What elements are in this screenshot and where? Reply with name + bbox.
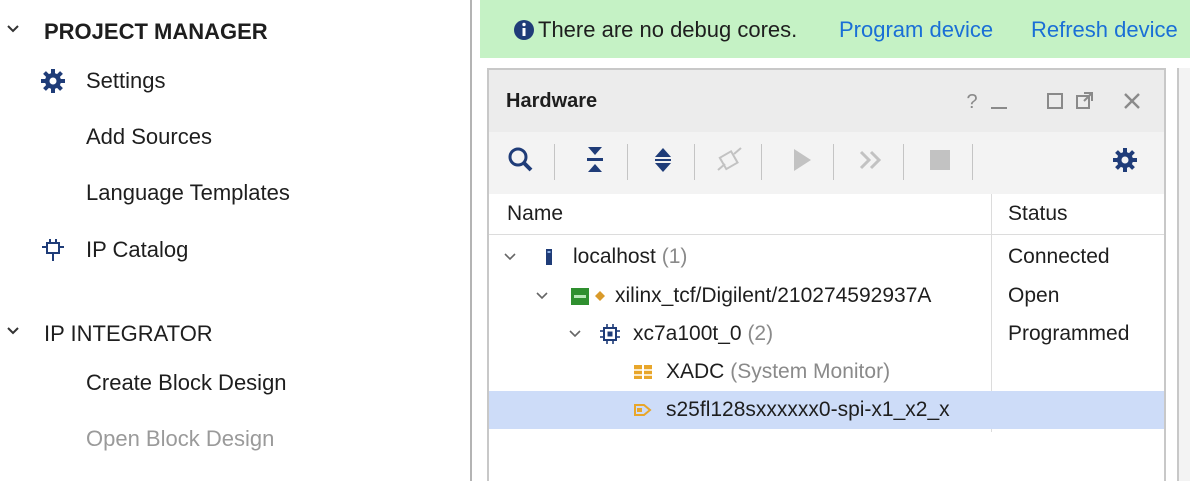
- row-name: XADC (System Monitor): [666, 360, 891, 383]
- stop-icon: [930, 150, 950, 170]
- chevron-down-icon[interactable]: [6, 22, 20, 36]
- tree-row-jtag-target[interactable]: xilinx_tcf/Digilent/210274592937A Open: [489, 277, 1164, 315]
- toolbar-separator: [694, 144, 695, 180]
- row-name: localhost (1): [573, 245, 688, 268]
- flow-navigator: PROJECT MANAGER Settings Add Sources Lan…: [0, 0, 470, 481]
- panel-divider[interactable]: [470, 0, 472, 481]
- svg-text:?: ?: [966, 91, 977, 112]
- run-all-icon: [859, 150, 882, 170]
- refresh-device-link[interactable]: Refresh device: [1031, 17, 1178, 43]
- minimize-icon[interactable]: [988, 90, 1010, 112]
- nav-item-open-block-design: Open Block Design: [0, 420, 460, 460]
- banner-message: There are no debug cores.: [538, 17, 798, 42]
- window-title: Hardware: [506, 90, 598, 112]
- chevron-down-icon[interactable]: [504, 251, 516, 263]
- toolbar-separator: [833, 144, 834, 180]
- tree-row-flash-memory[interactable]: s25fl128sxxxxxx0-spi-x1_x2_x: [489, 391, 1164, 429]
- status-diamond-icon: [595, 291, 605, 301]
- expand-all-icon[interactable]: [647, 144, 679, 176]
- tree-row-device[interactable]: xc7a100t_0 (2) Programmed: [489, 315, 1164, 353]
- nav-item-label: Add Sources: [86, 124, 212, 149]
- jtag-cable-icon: [571, 288, 589, 305]
- server-icon: [546, 249, 552, 265]
- debug-banner: There are no debug cores. Program device…: [480, 0, 1190, 58]
- hardware-window: Hardware ? Name Status localhost (1) Con…: [487, 68, 1166, 481]
- nav-item-settings[interactable]: Settings: [0, 62, 460, 102]
- chevron-down-icon[interactable]: [569, 328, 581, 340]
- float-window-icon[interactable]: [1073, 90, 1095, 112]
- row-name: xc7a100t_0 (2): [633, 322, 774, 345]
- nav-item-create-block-design[interactable]: Create Block Design: [0, 364, 460, 404]
- nav-item-language-templates[interactable]: Language Templates: [0, 174, 460, 214]
- section-label: IP INTEGRATOR: [44, 321, 213, 346]
- chevron-down-icon[interactable]: [536, 290, 548, 302]
- info-icon: [514, 20, 534, 40]
- connect-target-icon: [717, 147, 742, 171]
- nav-item-add-sources[interactable]: Add Sources: [0, 118, 460, 158]
- toolbar-separator: [554, 144, 555, 180]
- adjacent-panel-edge: [1177, 68, 1190, 481]
- nav-item-ip-catalog[interactable]: IP Catalog: [0, 231, 460, 271]
- search-icon[interactable]: [505, 144, 537, 176]
- chevron-down-icon[interactable]: [6, 324, 20, 338]
- toolbar-separator: [903, 144, 904, 180]
- tree-row-xadc[interactable]: XADC (System Monitor): [489, 353, 1164, 391]
- row-status: Programmed: [1008, 322, 1130, 345]
- section-ip-integrator[interactable]: IP INTEGRATOR: [0, 312, 460, 352]
- nav-item-label: Open Block Design: [86, 426, 275, 451]
- toolbar-separator: [761, 144, 762, 180]
- close-icon[interactable]: [1121, 90, 1143, 112]
- hardware-tree-header: Name Status: [489, 194, 1164, 235]
- gear-icon: [41, 69, 65, 93]
- row-name: s25fl128sxxxxxx0-spi-x1_x2_x: [666, 398, 950, 421]
- section-project-manager[interactable]: PROJECT MANAGER: [0, 10, 460, 50]
- row-status: Open: [1008, 284, 1060, 307]
- maximize-icon[interactable]: [1044, 90, 1066, 112]
- toolbar-separator: [627, 144, 628, 180]
- row-status: Connected: [1008, 245, 1110, 268]
- chip-icon: [600, 324, 620, 344]
- nav-item-label: IP Catalog: [86, 237, 189, 262]
- help-icon[interactable]: ?: [961, 90, 983, 112]
- program-device-link[interactable]: Program device: [839, 17, 993, 43]
- column-header-status[interactable]: Status: [1008, 202, 1068, 226]
- nav-item-label: Create Block Design: [86, 370, 287, 395]
- nav-item-label: Settings: [86, 68, 166, 93]
- collapse-all-icon[interactable]: [579, 144, 611, 176]
- section-label: PROJECT MANAGER: [44, 19, 268, 44]
- tree-row-localhost[interactable]: localhost (1) Connected: [489, 238, 1164, 276]
- hardware-toolbar: [489, 132, 1164, 194]
- column-header-name[interactable]: Name: [507, 202, 563, 226]
- run-icon: [794, 149, 811, 171]
- toolbar-separator: [972, 144, 973, 180]
- flash-memory-icon: [634, 404, 652, 416]
- ip-catalog-icon: [42, 239, 64, 261]
- xadc-icon: [632, 365, 654, 379]
- row-name: xilinx_tcf/Digilent/210274592937A: [615, 284, 932, 307]
- gear-icon[interactable]: [1109, 144, 1141, 176]
- nav-item-label: Language Templates: [86, 180, 290, 205]
- hardware-title-bar: Hardware ?: [489, 70, 1164, 132]
